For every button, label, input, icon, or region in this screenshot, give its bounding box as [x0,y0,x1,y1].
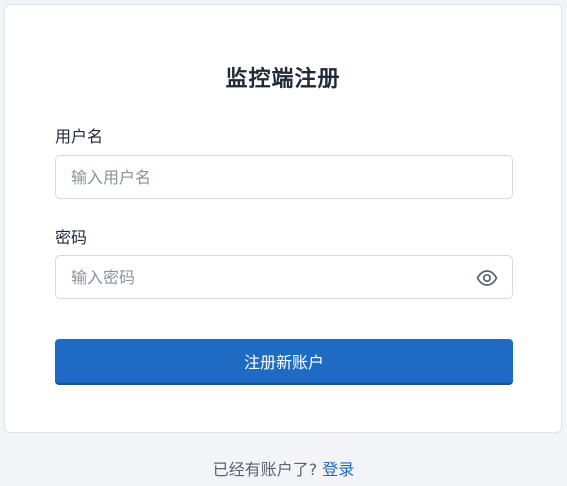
password-field-wrapper [55,255,513,299]
username-field-wrapper [55,155,513,199]
password-label: 密码 [55,228,88,247]
password-input[interactable] [56,256,512,298]
username-input[interactable] [56,156,512,198]
username-label: 用户名 [55,127,104,146]
eye-icon[interactable] [476,268,498,288]
login-prompt: 已经有账户了? 登录 [0,456,567,480]
login-link[interactable]: 登录 [322,460,354,479]
login-prompt-text: 已经有账户了? [212,460,318,479]
page-title: 监控端注册 [225,67,341,92]
register-card: 监控端注册 用户名 密码 注册新账户 [4,4,562,433]
register-button[interactable]: 注册新账户 [55,339,513,383]
